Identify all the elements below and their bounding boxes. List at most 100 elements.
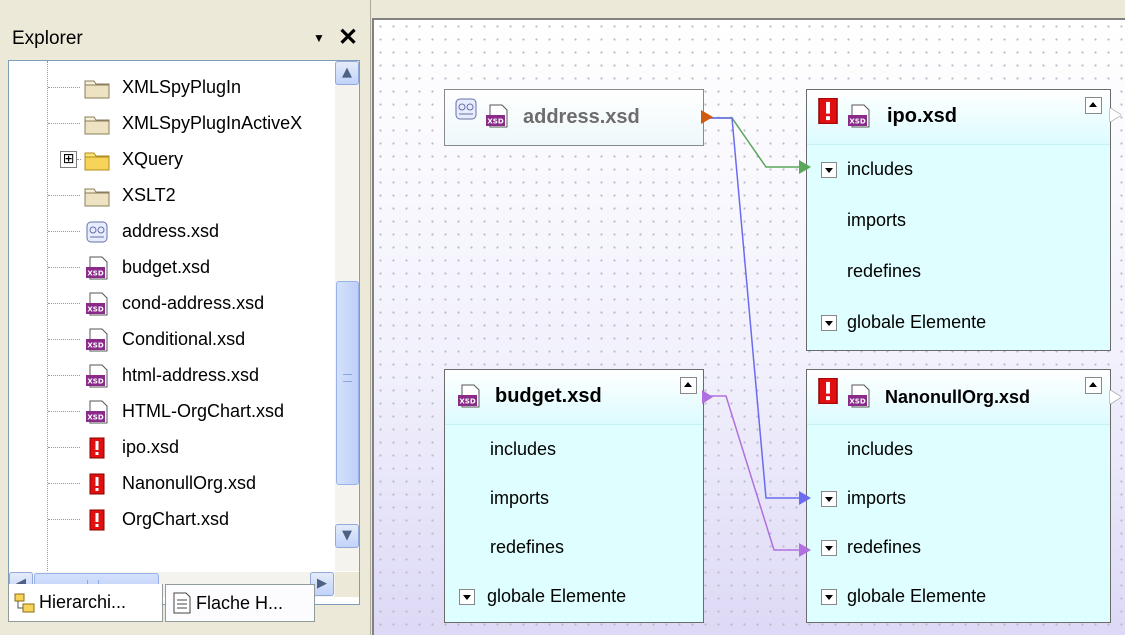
row-global-elements[interactable]: globale Elemente (807, 298, 1110, 349)
row-imports[interactable]: imports (807, 474, 1110, 523)
tree-item[interactable]: XSD budget.xsd (9, 250, 335, 286)
node-nanonullorg[interactable]: XSD NanonullOrg.xsd includes imports red… (806, 369, 1121, 623)
tree-item[interactable]: XSD HTML-OrgChart.xsd (9, 394, 335, 430)
svg-text:XSD: XSD (849, 398, 865, 406)
tree-item[interactable]: ⊞ XQuery (9, 142, 335, 178)
xsd-file-icon: XSD (848, 384, 870, 408)
xsd-file-icon: XSD (86, 400, 108, 424)
row-includes[interactable]: includes (807, 145, 1110, 196)
node-header: XSD budget.xsd (445, 370, 713, 425)
folder-icon (84, 188, 110, 207)
svg-text:XSD: XSD (87, 306, 103, 314)
explorer-panel: Explorer ▼ ✕ XMLSpyPlugIn XMLSpyPlugInAc… (0, 0, 371, 635)
node-header: XSD ipo.xsd (807, 90, 1121, 145)
svg-text:XSD: XSD (87, 342, 103, 350)
close-icon[interactable]: ✕ (334, 24, 362, 52)
svg-text:XSD: XSD (87, 270, 103, 278)
node-title: ipo.xsd (887, 105, 958, 127)
scroll-up-icon[interactable]: ▲ (335, 61, 359, 85)
output-port-icon[interactable] (1110, 390, 1121, 404)
tree-item[interactable]: XSD html-address.xsd (9, 358, 335, 394)
dropdown-icon[interactable] (821, 589, 837, 605)
row-redefines[interactable]: redefines (807, 523, 1110, 572)
tree-item-label: XMLSpyPlugInActiveX (122, 113, 303, 133)
row-includes: includes (445, 425, 703, 474)
row-label: globale Elemente (847, 586, 987, 606)
tree-connector (48, 87, 80, 88)
row-label: globale Elemente (487, 586, 627, 606)
node-address[interactable]: XSD address.xsd (444, 89, 713, 146)
tree-item[interactable]: XMLSpyPlugIn (9, 70, 335, 106)
row-label: redefines (847, 537, 922, 557)
tab-flat[interactable]: Flache H... (165, 584, 315, 622)
tree-connector (48, 231, 80, 232)
xsd-file-icon: XSD (86, 292, 108, 316)
xsd-file-icon: XSD (86, 328, 108, 352)
dropdown-icon[interactable] (821, 315, 837, 331)
tree-connector (48, 519, 80, 520)
row-global-elements[interactable]: globale Elemente (807, 572, 1110, 621)
tree-item-label: NanonullOrg.xsd (122, 473, 257, 493)
tab-hierarchical[interactable]: Hierarchi... (8, 584, 163, 622)
tree-item[interactable]: ipo.xsd (9, 430, 335, 466)
tree-item[interactable]: XSLT2 (9, 178, 335, 214)
collapse-icon[interactable] (1085, 97, 1102, 114)
tree-item[interactable]: NanonullOrg.xsd (9, 466, 335, 502)
dropdown-icon[interactable] (821, 491, 837, 507)
import-link (706, 117, 802, 499)
tree-item[interactable]: XSD cond-address.xsd (9, 286, 335, 322)
row-label: includes (847, 159, 914, 179)
tab-label: Hierarchi... (39, 592, 127, 612)
input-port-icon[interactable] (799, 160, 811, 174)
error-icon (89, 509, 105, 531)
chameleon-schema-icon (86, 221, 108, 243)
vertical-scrollbar[interactable]: ▲ ▼ (335, 61, 359, 571)
folder-icon (84, 152, 110, 171)
output-port-icon[interactable] (701, 110, 713, 124)
node-ipo[interactable]: XSD ipo.xsd includes imports redefines g… (806, 89, 1121, 351)
input-port-icon[interactable] (799, 543, 811, 557)
input-port-icon[interactable] (799, 491, 811, 505)
tree-item-label: ipo.xsd (122, 437, 180, 457)
flat-list-icon (173, 592, 191, 614)
schema-design-canvas[interactable]: XSD address.xsd XSD ipo.xsd includes imp… (372, 18, 1125, 635)
row-redefines: redefines (445, 523, 703, 572)
xsd-file-icon: XSD (458, 384, 480, 408)
vertical-scroll-thumb[interactable] (336, 281, 359, 485)
xsd-file-icon: XSD (86, 256, 108, 280)
error-icon (89, 437, 105, 459)
node-title: budget.xsd (495, 385, 602, 407)
tree-connector (48, 339, 80, 340)
error-icon (89, 473, 105, 495)
tree-item-label: html-address.xsd (122, 365, 260, 385)
dropdown-icon[interactable] (459, 589, 475, 605)
row-label: imports (490, 488, 550, 508)
output-port-icon[interactable] (1110, 108, 1121, 122)
output-port-icon[interactable] (702, 390, 713, 404)
row-label: includes (490, 439, 557, 459)
dropdown-arrow-icon[interactable]: ▼ (307, 26, 331, 50)
folder-icon (84, 116, 110, 135)
tree-item-label: Conditional.xsd (122, 329, 246, 349)
tree-item-label: budget.xsd (122, 257, 211, 277)
row-global-elements[interactable]: globale Elemente (445, 572, 703, 621)
collapse-icon[interactable] (680, 377, 697, 394)
folder-icon (84, 80, 110, 99)
tree-connector (48, 447, 80, 448)
tree-connector (48, 483, 80, 484)
node-budget[interactable]: XSD budget.xsd includes imports redefine… (444, 369, 713, 623)
node-title: address.xsd (523, 106, 640, 128)
scroll-down-icon[interactable]: ▼ (335, 524, 359, 548)
tree-item-label: XQuery (122, 149, 184, 169)
dropdown-icon[interactable] (821, 162, 837, 178)
include-link (706, 117, 802, 168)
collapse-icon[interactable] (1085, 377, 1102, 394)
tree-item[interactable]: OrgChart.xsd (9, 502, 335, 538)
tree-item[interactable]: XSD Conditional.xsd (9, 322, 335, 358)
expand-icon[interactable]: ⊞ (60, 151, 77, 168)
xsd-file-icon: XSD (486, 104, 508, 128)
dropdown-icon[interactable] (821, 540, 837, 556)
tree-item[interactable]: address.xsd (9, 214, 335, 250)
grip-icon (343, 374, 352, 382)
tree-item[interactable]: XMLSpyPlugInActiveX (9, 106, 335, 142)
